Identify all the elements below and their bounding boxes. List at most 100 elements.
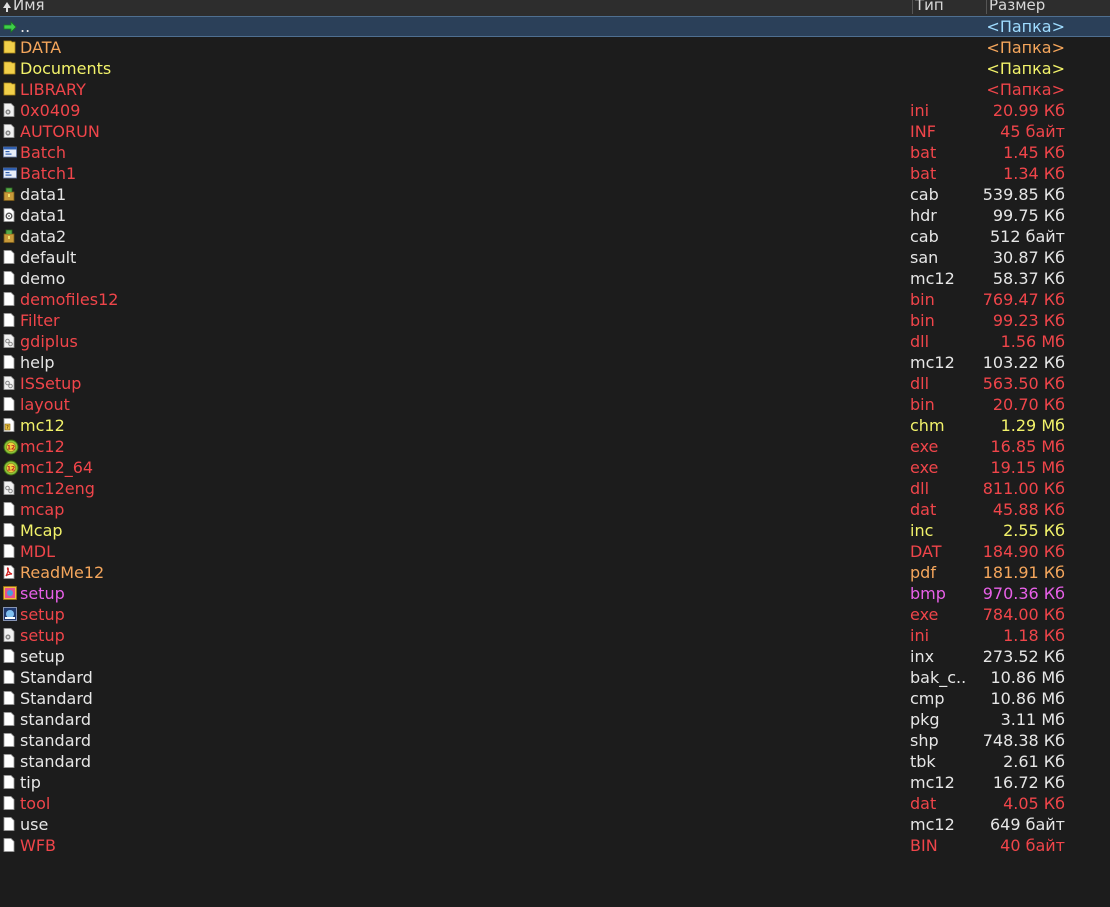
file-icon bbox=[3, 292, 15, 306]
file-type: cab bbox=[910, 227, 939, 246]
file-row[interactable]: 12 mc12_64 exe 19.15 Мб bbox=[0, 457, 1110, 478]
file-type: DAT bbox=[910, 542, 942, 561]
file-name: LIBRARY bbox=[20, 80, 86, 99]
file-row[interactable]: setup exe 784.00 Кб bbox=[0, 604, 1110, 625]
file-type: pkg bbox=[910, 710, 940, 729]
file-size: 811.00 Кб bbox=[982, 479, 1065, 498]
file-icon bbox=[3, 502, 15, 516]
file-row[interactable]: standard pkg 3.11 Мб bbox=[0, 709, 1110, 730]
file-name: WFB bbox=[20, 836, 56, 855]
file-row[interactable]: MDL DAT 184.90 Кб bbox=[0, 541, 1110, 562]
file-icon bbox=[3, 649, 15, 663]
file-row[interactable]: layout bin 20.70 Кб bbox=[0, 394, 1110, 415]
file-row[interactable]: tip mc12 16.72 Кб bbox=[0, 772, 1110, 793]
svg-text:?: ? bbox=[6, 425, 9, 431]
file-row[interactable]: mcap dat 45.88 Кб bbox=[0, 499, 1110, 520]
file-row[interactable]: WFB BIN 40 байт bbox=[0, 835, 1110, 856]
file-row[interactable]: ? mc12 chm 1.29 Мб bbox=[0, 415, 1110, 436]
file-type: cab bbox=[910, 185, 939, 204]
file-icon bbox=[3, 271, 15, 285]
file-type: dll bbox=[910, 374, 930, 393]
file-row-selected[interactable]: .. <Папка> bbox=[0, 16, 1110, 37]
file-row[interactable]: Documents <Папка> bbox=[0, 58, 1110, 79]
file-size: 20.70 Кб bbox=[992, 395, 1065, 414]
file-name: Batch bbox=[20, 143, 66, 162]
folder-icon bbox=[3, 61, 16, 75]
file-size: 10.86 Мб bbox=[990, 689, 1065, 708]
file-type: san bbox=[910, 248, 939, 267]
file-size: 1.45 Кб bbox=[1003, 143, 1065, 162]
file-row[interactable]: standard tbk 2.61 Кб bbox=[0, 751, 1110, 772]
file-row[interactable]: AUTORUN INF 45 байт bbox=[0, 121, 1110, 142]
file-row[interactable]: demofiles12 bin 769.47 Кб bbox=[0, 289, 1110, 310]
file-name: ISSetup bbox=[20, 374, 82, 393]
column-header-name-label: Имя bbox=[13, 0, 45, 14]
file-row[interactable]: ReadMe12 pdf 181.91 Кб bbox=[0, 562, 1110, 583]
file-row[interactable]: use mc12 649 байт bbox=[0, 814, 1110, 835]
file-row[interactable]: ISSetup dll 563.50 Кб bbox=[0, 373, 1110, 394]
file-row[interactable]: gdiplus dll 1.56 Мб bbox=[0, 331, 1110, 352]
file-row[interactable]: LIBRARY <Папка> bbox=[0, 79, 1110, 100]
file-name: Standard bbox=[20, 689, 93, 708]
file-type: mc12 bbox=[910, 269, 955, 288]
file-size: 970.36 Кб bbox=[982, 584, 1065, 603]
file-name: tip bbox=[20, 773, 41, 792]
file-row[interactable]: standard shp 748.38 Кб bbox=[0, 730, 1110, 751]
file-size: 3.11 Мб bbox=[1000, 710, 1065, 729]
file-row[interactable]: Mcap inc 2.55 Кб bbox=[0, 520, 1110, 541]
file-row[interactable]: 12 mc12 exe 16.85 Мб bbox=[0, 436, 1110, 457]
column-header-type-label: Тип bbox=[915, 0, 944, 14]
file-row[interactable]: default san 30.87 Кб bbox=[0, 247, 1110, 268]
file-name: data1 bbox=[20, 206, 67, 225]
file-size: 539.85 Кб bbox=[982, 185, 1065, 204]
column-header-size[interactable]: Размер bbox=[986, 0, 1110, 14]
file-row[interactable]: Filter bin 99.23 Кб bbox=[0, 310, 1110, 331]
file-type: mc12 bbox=[910, 815, 955, 834]
file-icon bbox=[3, 544, 15, 558]
file-row[interactable]: data1 cab 539.85 Кб bbox=[0, 184, 1110, 205]
file-name: AUTORUN bbox=[20, 122, 100, 141]
file-name: help bbox=[20, 353, 55, 372]
file-size: 2.55 Кб bbox=[1003, 521, 1065, 540]
file-name: standard bbox=[20, 752, 91, 771]
settings-file-icon bbox=[3, 103, 15, 117]
svg-text:12: 12 bbox=[7, 444, 15, 451]
file-row[interactable]: tool dat 4.05 Кб bbox=[0, 793, 1110, 814]
file-row[interactable]: help mc12 103.22 Кб bbox=[0, 352, 1110, 373]
file-name: standard bbox=[20, 731, 91, 750]
file-row[interactable]: mc12eng dll 811.00 Кб bbox=[0, 478, 1110, 499]
file-row[interactable]: data1 hdr 99.75 Кб bbox=[0, 205, 1110, 226]
file-type: pdf bbox=[910, 563, 936, 582]
file-row[interactable]: setup inx 273.52 Кб bbox=[0, 646, 1110, 667]
setup-exe-icon bbox=[3, 607, 17, 621]
file-row[interactable]: DATA <Папка> bbox=[0, 37, 1110, 58]
file-name: setup bbox=[20, 647, 65, 666]
column-header-type[interactable]: Тип bbox=[912, 0, 987, 14]
file-row[interactable]: Batch1 bat 1.34 Кб bbox=[0, 163, 1110, 184]
file-size: 16.72 Кб bbox=[992, 773, 1065, 792]
file-type: dat bbox=[910, 794, 937, 813]
file-size: 1.18 Кб bbox=[1003, 626, 1065, 645]
file-name: setup bbox=[20, 605, 65, 624]
dll-file-icon bbox=[3, 334, 15, 348]
dll-file-icon bbox=[3, 481, 15, 495]
file-size: 184.90 Кб bbox=[982, 542, 1065, 561]
file-name: ReadMe12 bbox=[20, 563, 105, 582]
column-header-name[interactable]: Имя bbox=[0, 0, 910, 14]
file-name: Documents bbox=[20, 59, 112, 78]
file-type: exe bbox=[910, 437, 939, 456]
file-panel[interactable]: Имя Тип Размер .. <Папка> DATA <Папка> Docum… bbox=[0, 0, 1110, 907]
file-row[interactable]: Standard bak_c.. 10.86 Мб bbox=[0, 667, 1110, 688]
file-size: 45.88 Кб bbox=[992, 500, 1065, 519]
file-icon bbox=[3, 733, 15, 747]
file-name: DATA bbox=[20, 38, 62, 57]
file-row[interactable]: 0x0409 ini 20.99 Кб bbox=[0, 100, 1110, 121]
file-row[interactable]: Batch bat 1.45 Кб bbox=[0, 142, 1110, 163]
file-row[interactable]: setup ini 1.18 Кб bbox=[0, 625, 1110, 646]
file-size: 99.23 Кб bbox=[992, 311, 1065, 330]
file-name: mc12 bbox=[20, 437, 65, 456]
file-row[interactable]: demo mc12 58.37 Кб bbox=[0, 268, 1110, 289]
file-row[interactable]: data2 cab 512 байт bbox=[0, 226, 1110, 247]
file-row[interactable]: setup bmp 970.36 Кб bbox=[0, 583, 1110, 604]
file-row[interactable]: Standard cmp 10.86 Мб bbox=[0, 688, 1110, 709]
